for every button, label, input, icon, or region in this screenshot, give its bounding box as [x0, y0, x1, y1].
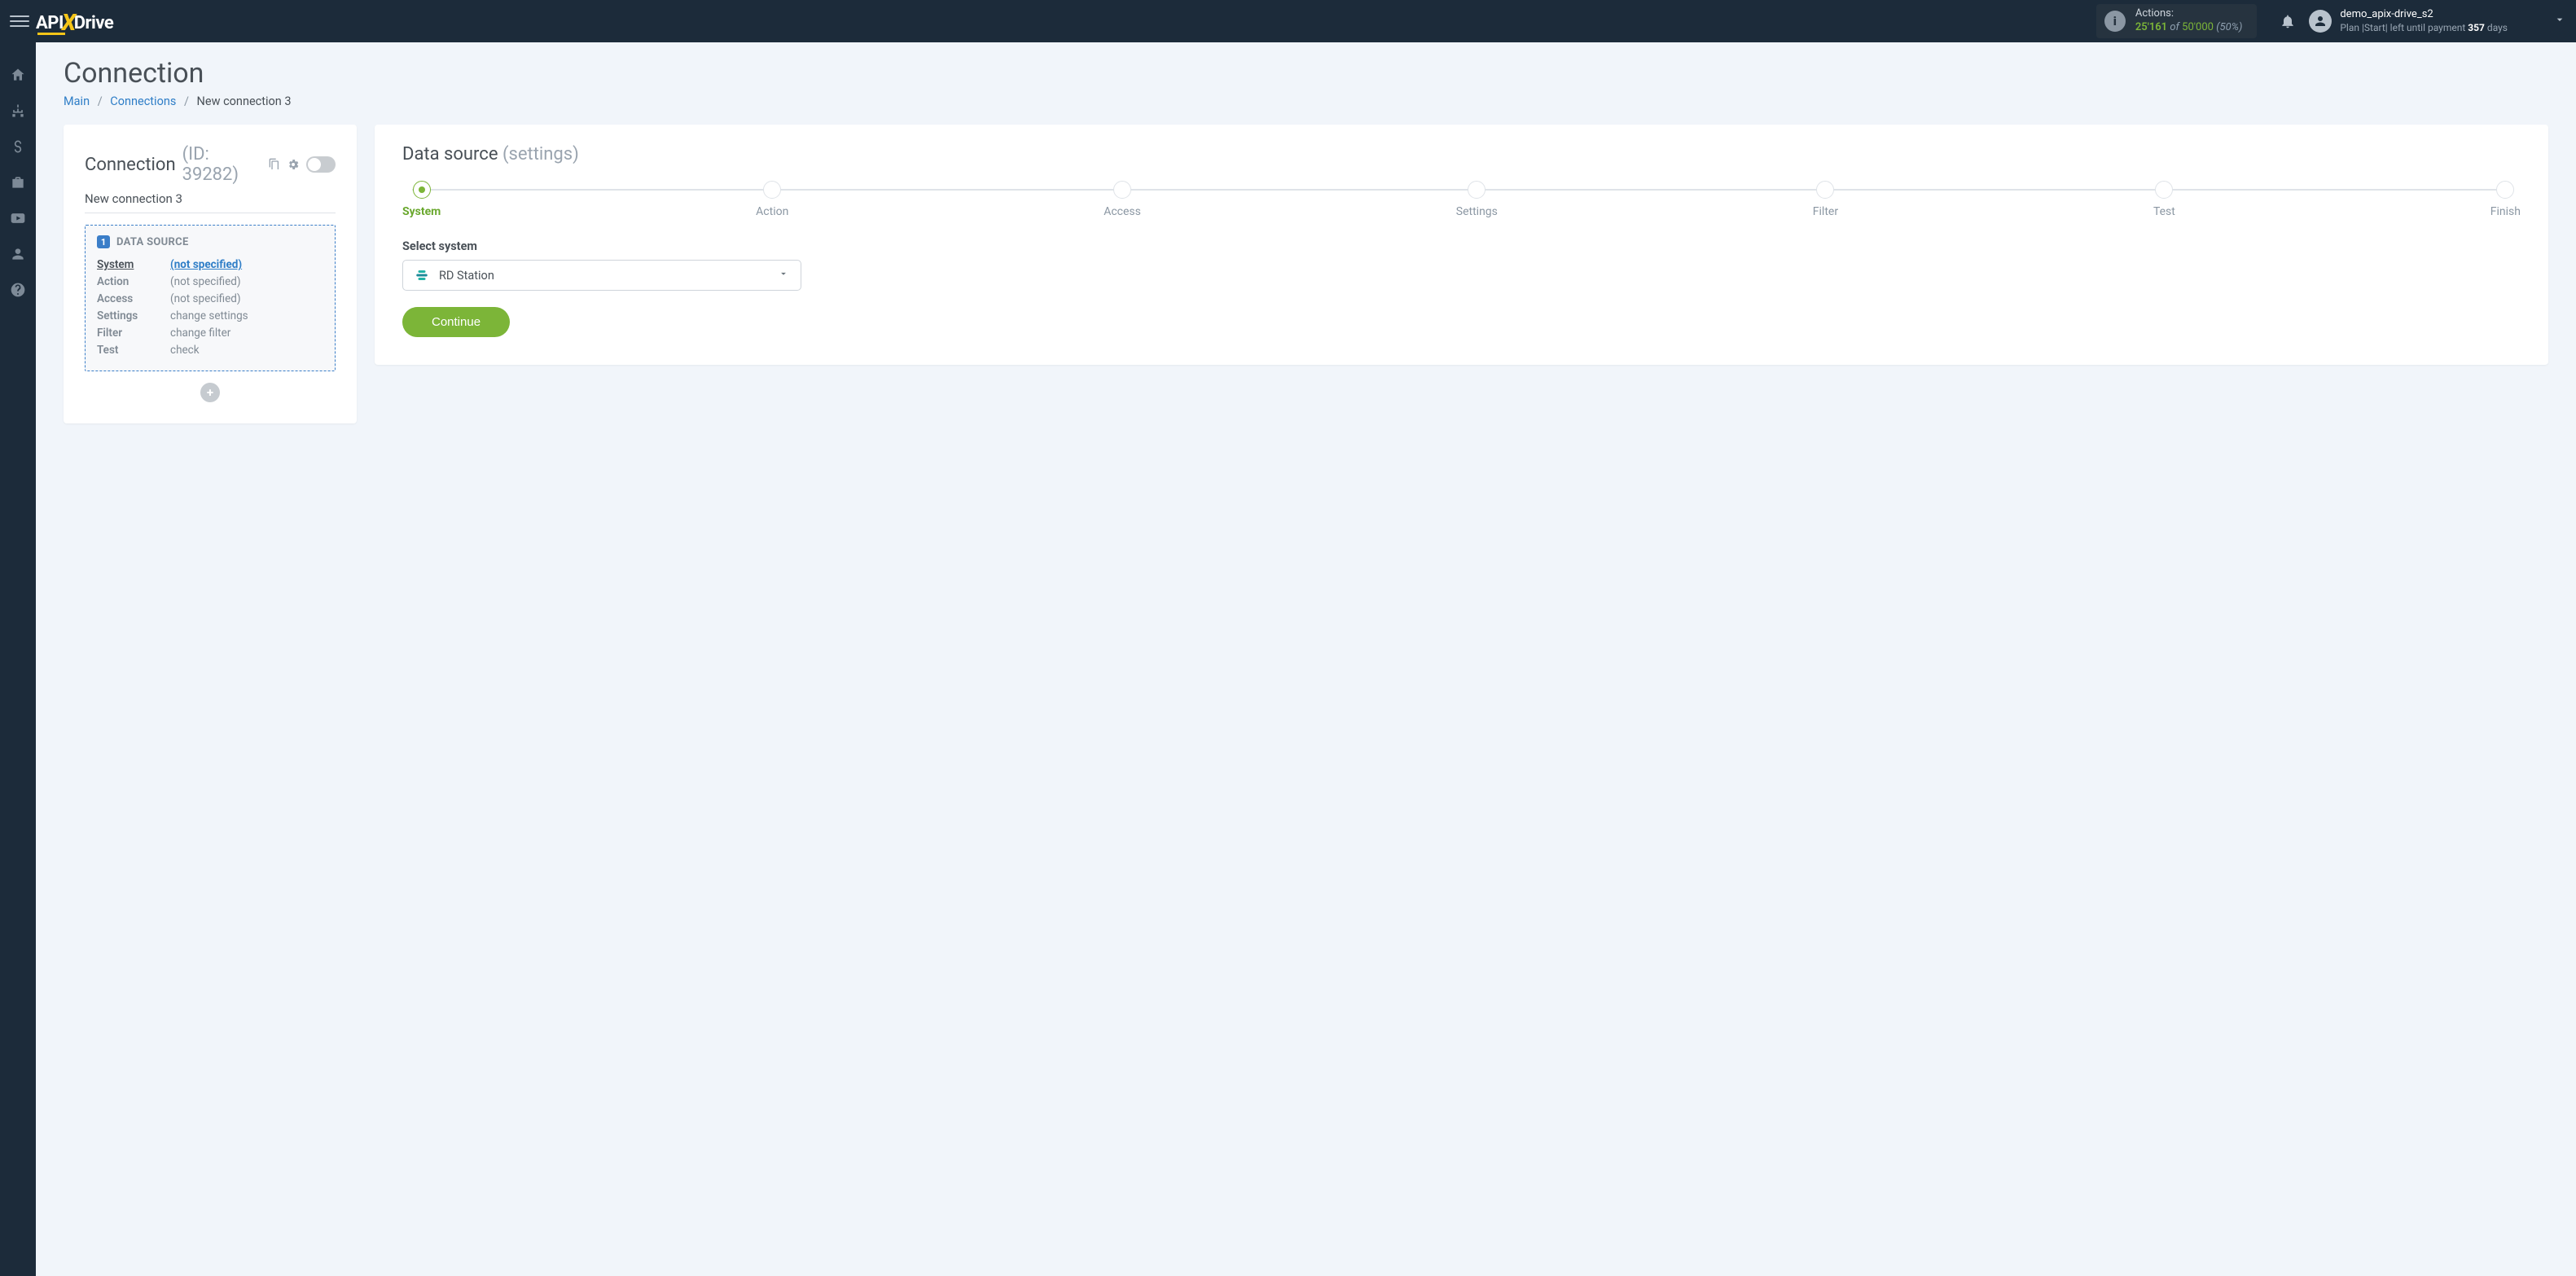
connection-panel: Connection (ID: 39282) New connection 3 … [64, 125, 357, 423]
data-source-box: 1 DATA SOURCE System (not specified) Act… [85, 225, 336, 371]
briefcase-icon [10, 174, 26, 191]
user-icon [10, 246, 26, 262]
step-access[interactable]: Access [1104, 181, 1141, 218]
breadcrumb-current: New connection 3 [197, 94, 292, 108]
notifications-button[interactable] [2271, 13, 2304, 29]
right-subtitle: (settings) [502, 144, 579, 164]
add-block-button[interactable]: + [200, 383, 220, 402]
username: demo_apix-drive_s2 [2340, 8, 2508, 22]
continue-button[interactable]: Continue [402, 307, 510, 337]
actions-of: of [2170, 21, 2179, 33]
youtube-icon [10, 210, 26, 226]
home-icon [10, 67, 26, 83]
sidebar-briefcase[interactable] [8, 173, 28, 192]
actions-label: Actions: [2135, 7, 2243, 21]
data-source-title: DATA SOURCE [116, 236, 189, 248]
data-source-settings-panel: Data source (settings) System Action Acc… [375, 125, 2548, 365]
avatar-icon [2309, 10, 2332, 33]
sidebar [0, 42, 36, 1276]
sidebar-home[interactable] [8, 65, 28, 85]
system-select[interactable]: RD Station [402, 260, 801, 291]
step-test[interactable]: Test [2153, 181, 2175, 218]
breadcrumb: Main / Connections / New connection 3 [64, 94, 2548, 108]
breadcrumb-connections[interactable]: Connections [110, 94, 176, 108]
logo[interactable]: APIXDrive [36, 7, 113, 35]
user-menu[interactable]: demo_apix-drive_s2 Plan |Start| left unt… [2309, 8, 2566, 34]
ds-row-access[interactable]: Access (not specified) [97, 291, 323, 308]
select-system-label: Select system [402, 239, 2521, 253]
bell-icon [2280, 13, 2296, 29]
actions-total: 50'000 [2182, 21, 2214, 33]
sidebar-connections[interactable] [8, 101, 28, 121]
step-settings[interactable]: Settings [1456, 181, 1498, 218]
sidebar-video[interactable] [8, 208, 28, 228]
page-title: Connection [64, 57, 2548, 90]
actions-used: 25'161 [2135, 21, 2167, 33]
menu-toggle[interactable] [10, 11, 29, 31]
actions-counter[interactable]: i Actions: 25'161 of 50'000 (50%) [2096, 4, 2258, 38]
step-finish[interactable]: Finish [2490, 181, 2521, 218]
ds-row-system[interactable]: System (not specified) [97, 257, 323, 274]
connection-enable-toggle[interactable] [306, 156, 336, 173]
gear-icon[interactable] [287, 157, 300, 172]
connection-id: (ID: 39282) [182, 144, 261, 185]
rd-station-icon [415, 268, 429, 283]
copy-icon[interactable] [267, 157, 280, 172]
step-action[interactable]: Action [756, 181, 788, 218]
question-icon [10, 282, 26, 298]
sidebar-help[interactable] [8, 280, 28, 300]
chevron-down-icon [2553, 13, 2566, 29]
sitemap-icon [10, 103, 26, 119]
step-system[interactable]: System [402, 181, 441, 218]
data-source-badge: 1 [97, 235, 110, 248]
plan-line: Plan |Start| left until payment 357 days [2340, 22, 2508, 35]
ds-row-test[interactable]: Test check [97, 342, 323, 359]
dollar-icon [10, 138, 26, 155]
ds-row-action[interactable]: Action (not specified) [97, 274, 323, 291]
steps: System Action Access Settings Filter Tes… [402, 181, 2521, 218]
step-filter[interactable]: Filter [1813, 181, 1838, 218]
actions-pct: (50%) [2216, 21, 2242, 33]
sidebar-account[interactable] [8, 244, 28, 264]
system-select-value: RD Station [439, 269, 494, 283]
topbar: APIXDrive i Actions: 25'161 of 50'000 (5… [0, 0, 2576, 42]
sidebar-billing[interactable] [8, 137, 28, 156]
chevron-down-icon [778, 268, 789, 283]
info-icon: i [2104, 11, 2126, 32]
connection-heading: Connection [85, 155, 176, 175]
ds-row-filter[interactable]: Filter change filter [97, 325, 323, 342]
ds-row-settings[interactable]: Settings change settings [97, 308, 323, 325]
right-title: Data source [402, 144, 498, 164]
connection-name: New connection 3 [85, 191, 336, 213]
breadcrumb-main[interactable]: Main [64, 94, 90, 108]
